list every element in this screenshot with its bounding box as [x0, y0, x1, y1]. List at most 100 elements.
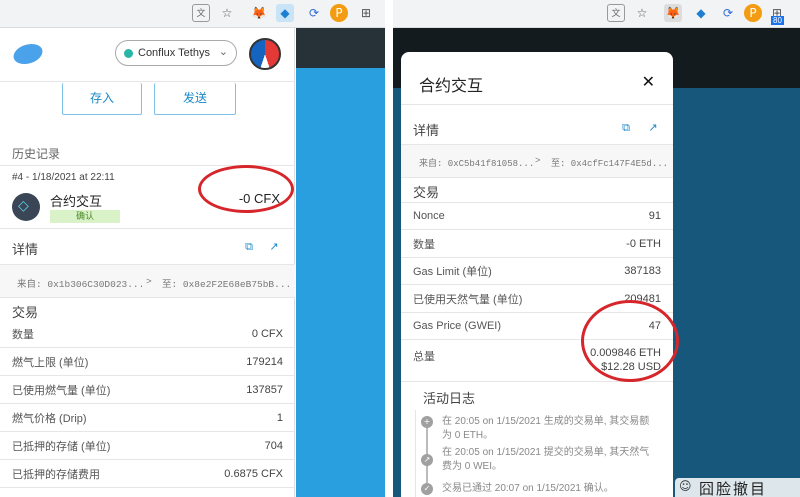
page-blue-area	[296, 68, 385, 497]
submitted-icon: ↗	[421, 454, 433, 466]
row-value: 91	[648, 210, 661, 222]
details-title: 详情	[413, 123, 440, 138]
row-value: 179214	[246, 355, 283, 368]
activity-text: 为 0 ETH。	[442, 430, 494, 441]
from-address[interactable]: 来自: 0x1b306C30D023...	[17, 276, 144, 290]
row-value: 137857	[246, 383, 283, 396]
fluent-logo-icon	[10, 44, 46, 64]
star-icon[interactable]: ☆	[633, 4, 651, 22]
network-name: Conflux Tethys	[138, 47, 210, 59]
highlight-ellipse	[581, 300, 679, 382]
arrow-icon: >	[535, 156, 541, 166]
tx-header: #4 - 1/18/2021 at 22:11	[12, 172, 115, 183]
row-value: 1	[276, 411, 283, 424]
confirmed-icon: ✓	[421, 483, 433, 495]
browser-toolbar: 文 ☆ 🦊 ◆ ⟳ P ⊞ 80	[393, 0, 800, 28]
row-label: Gas Price (GWEI)	[413, 320, 502, 332]
fluent-icon[interactable]: ◆	[692, 4, 710, 22]
row-label: 已抵押的存储 (单位)	[12, 440, 111, 453]
row-gas-price: 燃气价格 (Drip) 1	[0, 404, 295, 432]
transaction-title: 交易	[413, 185, 440, 200]
row-storage-fee: 已抵押的存储费用 0.6875 CFX	[0, 460, 295, 488]
row-label: Gas Limit (单位)	[413, 266, 492, 278]
from-to-bar: 来自: 0x1b306C30D023... > 至: 0x8e2F2E68eB7…	[0, 264, 295, 298]
copy-icon[interactable]: ⧉	[241, 239, 257, 255]
external-link-icon[interactable]: ↗	[645, 120, 661, 136]
activity-text: 费为 0 WEI。	[442, 461, 503, 472]
chevron-down-icon: ⌄	[218, 46, 228, 58]
row-value: 387183	[624, 265, 661, 277]
divider	[401, 104, 673, 105]
browser-toolbar: 文 ☆ 🦊 ◆ ⟳ P ⊞	[0, 0, 385, 28]
to-address[interactable]: 至: 0x8e2F2E68eB75bB...	[162, 276, 291, 290]
contract-icon: ◇	[12, 193, 40, 221]
metamask-icon[interactable]: 🦊	[664, 4, 682, 22]
metamask-icon[interactable]: 🦊	[250, 4, 268, 22]
activity-line: 在 20:05 on 1/15/2021 提交的交易单, 其天然气 费为 0 W…	[442, 446, 674, 474]
row-label: 数量	[12, 328, 34, 341]
p-icon[interactable]: P	[744, 4, 762, 22]
send-button[interactable]: 发送	[154, 83, 236, 115]
metamask-panel: 文 ☆ 🦊 ◆ ⟳ P ⊞ 80 合约交互 ✕ 详情 ⧉ ↗ 来自: 0xC5b…	[393, 0, 800, 497]
activity-text: 交易已通过 20:07 on 1/15/2021 确认。	[442, 483, 614, 494]
watermark-icon: ☺	[679, 479, 692, 493]
close-icon[interactable]: ✕	[642, 72, 655, 91]
row-amount: 数量 0 CFX	[0, 320, 295, 348]
copy-icon[interactable]: ⧉	[618, 120, 634, 136]
modal-title: 合约交互	[419, 78, 484, 95]
wallet-popup: Conflux Tethys ⌄ 存入 发送 历史记录 #4 - 1/18/20…	[0, 28, 295, 497]
row-value: 0 CFX	[251, 327, 283, 340]
translate-icon[interactable]: 文	[192, 4, 210, 22]
details-title: 详情	[12, 242, 39, 257]
page-dark-bar	[296, 28, 385, 68]
row-label: 已使用天然气量 (单位)	[413, 293, 523, 306]
fluent-wallet-panel: 文 ☆ 🦊 ◆ ⟳ P ⊞ Conflux Tethys ⌄ 存入 发送 历史记…	[0, 0, 385, 497]
tx-status-badge: 确认	[50, 210, 120, 223]
account-avatar[interactable]	[249, 38, 281, 70]
fluent-icon[interactable]: ◆	[276, 4, 294, 22]
row-storage: 已抵押的存储 (单位) 704	[0, 432, 295, 460]
extension-icon[interactable]: ⊞	[357, 4, 375, 22]
network-selector[interactable]: Conflux Tethys ⌄	[115, 40, 237, 66]
divider	[0, 228, 295, 229]
left-tx-rows: 数量 0 CFX 燃气上限 (单位) 179214 已使用燃气量 (单位) 13785…	[0, 320, 295, 497]
row-gas-limit: Gas Limit (单位) 387183	[401, 258, 673, 285]
row-label: Nonce	[413, 210, 445, 222]
p-icon[interactable]: P	[330, 4, 348, 22]
arrow-icon: >	[146, 276, 152, 287]
activity-line: 交易已通过 20:07 on 1/15/2021 确认。	[442, 482, 674, 496]
created-icon: +	[421, 416, 433, 428]
extension-badge: 80	[771, 16, 784, 25]
wallet-header: Conflux Tethys ⌄	[0, 28, 295, 82]
activity-log: + 在 20:05 on 1/15/2021 生成的交易单, 其交易额 为 0 …	[415, 410, 673, 497]
row-value: 704	[264, 439, 283, 452]
sync-icon[interactable]: ⟳	[305, 4, 323, 22]
row-nonce: Nonce 91	[401, 203, 673, 230]
tx-title[interactable]: 合约交互	[50, 191, 102, 210]
row-label: 总量	[413, 351, 435, 363]
star-icon[interactable]: ☆	[218, 4, 236, 22]
row-label: 数量	[413, 238, 435, 251]
highlight-ellipse	[198, 165, 294, 213]
activity-log-title: 活动日志	[423, 391, 476, 406]
external-link-icon[interactable]: ↗	[266, 239, 282, 255]
activity-text: 在 20:05 on 1/15/2021 生成的交易单, 其交易额	[442, 416, 650, 427]
row-amount: 数量 -0 ETH	[401, 230, 673, 258]
row-value: 0.6875 CFX	[224, 467, 283, 480]
from-address[interactable]: 来自: 0xC5b41f81058...	[419, 156, 534, 169]
activity-text: 在 20:05 on 1/15/2021 提交的交易单, 其天然气	[442, 447, 650, 458]
row-label: 燃气价格 (Drip)	[12, 412, 87, 425]
tx-details-modal: 合约交互 ✕ 详情 ⧉ ↗ 来自: 0xC5b41f81058... > 至: …	[401, 52, 679, 497]
sync-icon[interactable]: ⟳	[719, 4, 737, 22]
deposit-button[interactable]: 存入	[62, 83, 142, 115]
row-label: 已使用燃气量 (单位)	[12, 384, 111, 397]
row-label: 燃气上限 (单位)	[12, 356, 89, 369]
row-value: -0 ETH	[626, 237, 661, 250]
image-divider	[385, 0, 393, 497]
transaction-title: 交易	[12, 305, 39, 320]
row-gas-limit: 燃气上限 (单位) 179214	[0, 348, 295, 376]
watermark-text: 囧脸撤目	[699, 481, 768, 497]
row-label: 已抵押的存储费用	[12, 468, 100, 481]
to-address[interactable]: 至: 0x4cfFc147F4E5d...	[551, 156, 668, 169]
translate-icon[interactable]: 文	[607, 4, 625, 22]
